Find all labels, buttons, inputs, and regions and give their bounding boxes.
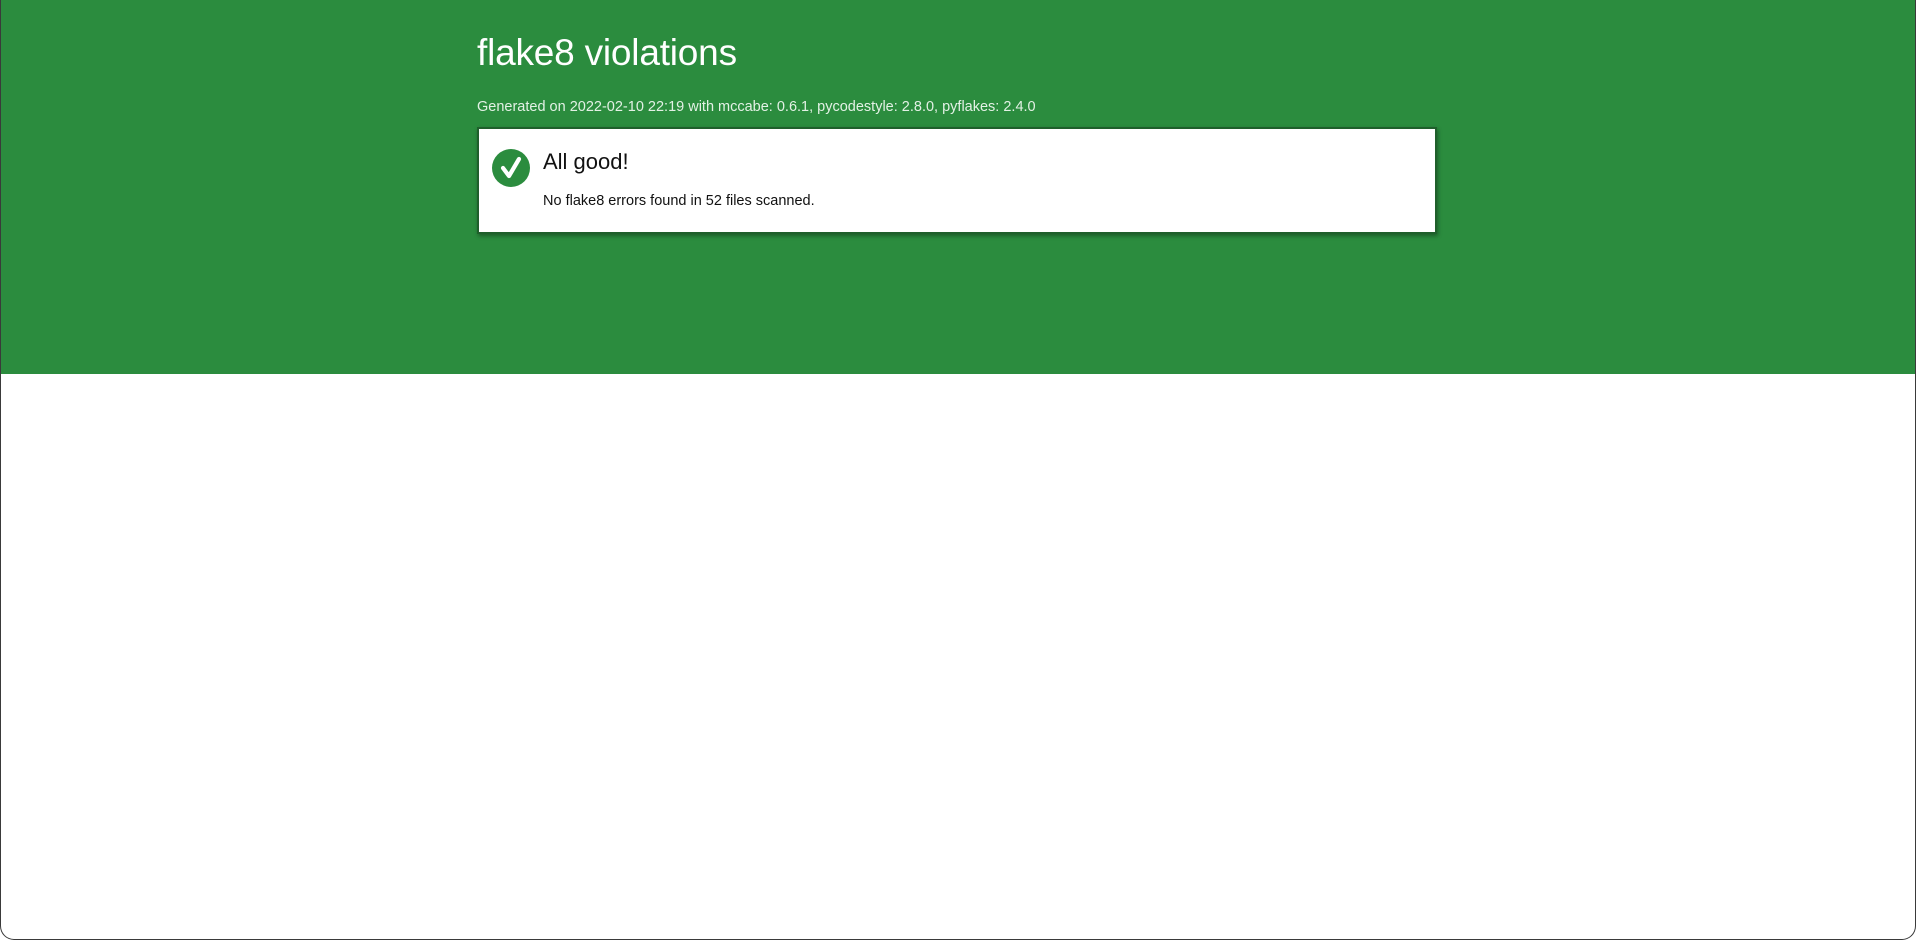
generated-info: Generated on 2022-02-10 22:19 with mccab… [477, 99, 1036, 115]
checkmark-icon-graphic [500, 156, 522, 179]
report-page: flake8 violations Generated on 2022-02-1… [0, 0, 1916, 940]
result-heading: All good! [543, 149, 629, 174]
report-content: flake8 violations Generated on 2022-02-1… [477, 0, 1437, 234]
result-message: No flake8 errors found in 52 files scann… [543, 193, 815, 209]
page-title: flake8 violations [477, 32, 737, 73]
result-card: All good! No flake8 errors found in 52 f… [477, 127, 1437, 234]
checkmark-icon [492, 149, 530, 187]
